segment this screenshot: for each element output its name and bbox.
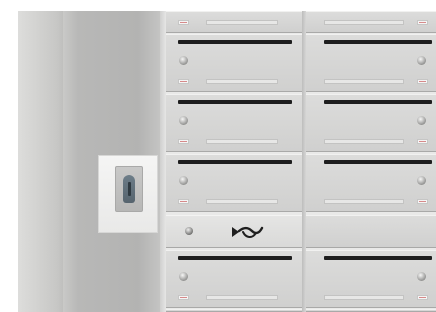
lock-knob-icon <box>185 227 193 235</box>
mail-slot <box>178 160 292 164</box>
name-strip <box>324 20 404 25</box>
lock-knob-icon <box>417 272 426 281</box>
name-strip <box>206 20 278 25</box>
name-strip <box>324 295 404 300</box>
mail-slot <box>324 160 432 164</box>
name-tag <box>417 20 428 25</box>
lock-knob-icon <box>179 56 188 65</box>
name-strip <box>206 199 278 204</box>
mail-slot <box>324 100 432 104</box>
name-tag <box>178 79 189 84</box>
lock-knob-icon <box>417 176 426 185</box>
posthorn-icon <box>232 226 264 238</box>
mailbox-door <box>166 94 302 152</box>
key-switch-icon <box>123 175 135 203</box>
name-tag <box>178 139 189 144</box>
mail-slot <box>324 256 432 260</box>
mail-slot <box>324 40 432 44</box>
postal-panel-blank <box>306 215 436 248</box>
key-switch-plate <box>115 166 143 212</box>
lock-knob-icon <box>417 56 426 65</box>
lock-knob-icon <box>417 116 426 125</box>
mail-slot <box>178 100 292 104</box>
wall-shading <box>18 11 63 312</box>
name-tag <box>417 139 428 144</box>
mailbox-door <box>166 250 302 308</box>
key-switch-panel <box>98 155 158 233</box>
lock-knob-icon <box>179 272 188 281</box>
lock-knob-icon <box>179 116 188 125</box>
mailbox-door <box>166 11 302 33</box>
name-tag <box>417 79 428 84</box>
mailbox-door <box>166 154 302 212</box>
postal-panel <box>166 215 302 248</box>
mailbox-door <box>306 250 436 308</box>
mailbox-door <box>166 34 302 92</box>
mail-slot <box>178 40 292 44</box>
name-tag <box>417 199 428 204</box>
key-slot <box>127 182 131 196</box>
mailbox-door <box>306 11 436 33</box>
name-strip <box>324 79 404 84</box>
mailbox-door <box>306 154 436 212</box>
name-tag <box>178 20 189 25</box>
name-strip <box>206 295 278 300</box>
mail-slot <box>178 256 292 260</box>
name-tag <box>178 295 189 300</box>
name-strip <box>206 79 278 84</box>
mailbox-wall-photo <box>0 0 436 312</box>
name-strip <box>324 199 404 204</box>
mailbox-door <box>306 34 436 92</box>
name-strip <box>206 139 278 144</box>
name-strip <box>324 139 404 144</box>
lock-knob-icon <box>179 176 188 185</box>
name-tag <box>178 199 189 204</box>
name-tag <box>417 295 428 300</box>
mailbox-door <box>306 94 436 152</box>
